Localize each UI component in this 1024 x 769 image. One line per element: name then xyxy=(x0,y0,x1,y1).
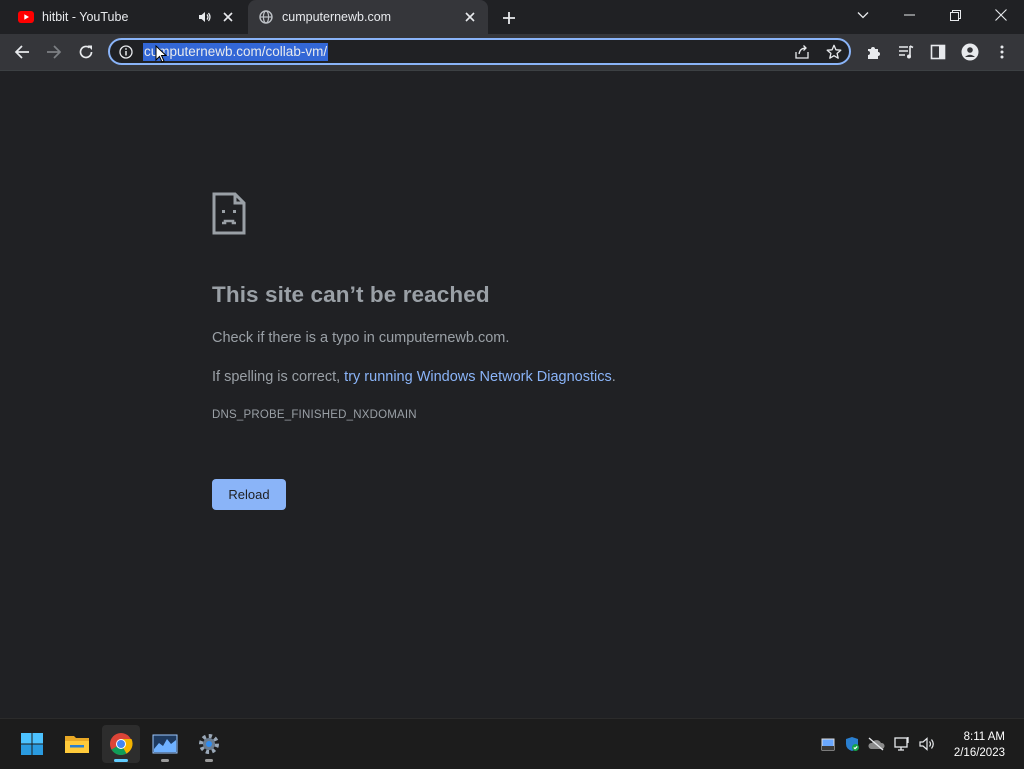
error-code: DNS_PROBE_FINISHED_NXDOMAIN xyxy=(212,409,417,421)
task-manager-icon xyxy=(152,734,178,754)
onedrive-offline-icon[interactable] xyxy=(867,735,885,753)
minimize-button[interactable] xyxy=(886,0,932,30)
profile-button[interactable] xyxy=(955,37,985,67)
close-icon[interactable] xyxy=(462,9,478,25)
settings-button[interactable] xyxy=(190,725,228,763)
windows-start-button[interactable] xyxy=(13,725,51,763)
back-button[interactable] xyxy=(7,37,37,67)
volume-icon[interactable] xyxy=(919,735,937,753)
youtube-icon xyxy=(18,9,34,25)
tab-title: hitbit - YouTube xyxy=(42,10,129,24)
menu-button[interactable] xyxy=(987,37,1017,67)
forward-button[interactable] xyxy=(39,37,69,67)
music-queue-icon xyxy=(899,45,914,59)
tab-youtube[interactable]: hitbit - YouTube xyxy=(8,0,246,34)
url-text[interactable]: cumputernewb.com/collab-vm/ xyxy=(143,43,329,61)
plus-icon xyxy=(503,12,515,24)
minimize-icon xyxy=(903,14,915,16)
clock-date: 2/16/2023 xyxy=(953,747,1005,759)
new-tab-button[interactable] xyxy=(498,7,520,29)
puzzle-icon xyxy=(868,47,880,59)
reload-button[interactable]: Reload xyxy=(212,479,286,510)
file-explorer-button[interactable] xyxy=(58,725,96,763)
system-clock[interactable]: 8:11 AM 2/16/2023 xyxy=(954,729,1005,761)
chevron-down-icon xyxy=(857,12,869,19)
restore-icon xyxy=(949,9,961,21)
arrow-left-icon xyxy=(14,45,29,59)
file-explorer-icon xyxy=(65,736,89,753)
page-title: This site can’t be reached xyxy=(212,282,490,307)
diagnostics-suffix: . xyxy=(611,369,616,385)
address-bar[interactable]: cumputernewb.com/collab-vm/ xyxy=(108,38,851,65)
kebab-menu-icon xyxy=(1000,45,1004,59)
globe-icon xyxy=(258,9,274,25)
close-icon[interactable] xyxy=(220,9,236,25)
side-panel-icon xyxy=(930,44,946,60)
sad-document-icon xyxy=(212,192,246,235)
network-icon[interactable] xyxy=(894,735,912,753)
close-window-button[interactable] xyxy=(978,0,1024,30)
diagnostics-hint: If spelling is correct, try running Wind… xyxy=(212,369,616,385)
tab-cumputernewb[interactable]: cumputernewb.com xyxy=(248,0,488,34)
tab-strip: hitbit - YouTube cumputernewb.com xyxy=(0,0,1024,34)
running-indicator xyxy=(205,759,213,762)
windows-security-icon[interactable] xyxy=(843,735,861,753)
typo-hint-text: Check if there is a typo in cumputernewb… xyxy=(212,330,510,346)
star-icon[interactable] xyxy=(825,43,843,61)
arrow-right-icon xyxy=(47,45,62,59)
error-page: This site can’t be reached Check if ther… xyxy=(0,71,1024,718)
tab-search-button[interactable] xyxy=(840,0,886,30)
running-indicator xyxy=(114,759,128,762)
avatar-icon xyxy=(961,43,979,61)
refresh-icon xyxy=(79,45,93,59)
clock-time: 8:11 AM xyxy=(963,731,1005,743)
windows-start-icon xyxy=(21,733,43,755)
running-indicator xyxy=(161,759,169,762)
mouse-cursor-icon xyxy=(155,45,167,63)
chrome-icon xyxy=(110,733,133,755)
taskbar: 8:11 AM 2/16/2023 xyxy=(0,718,1024,769)
info-icon[interactable] xyxy=(118,44,134,60)
display-icon[interactable] xyxy=(819,735,837,753)
side-panel-button[interactable] xyxy=(923,37,953,67)
media-control-button[interactable] xyxy=(891,37,921,67)
settings-icon xyxy=(199,734,219,754)
share-icon[interactable] xyxy=(793,43,811,61)
tab-title: cumputernewb.com xyxy=(282,10,392,24)
chrome-taskbar-button[interactable] xyxy=(102,725,140,763)
browser-toolbar: cumputernewb.com/collab-vm/ xyxy=(0,34,1024,71)
speaker-icon[interactable] xyxy=(198,9,214,25)
restore-button[interactable] xyxy=(932,0,978,30)
diagnostics-prefix: If spelling is correct, xyxy=(212,369,345,385)
close-icon xyxy=(995,9,1007,21)
task-manager-button[interactable] xyxy=(146,725,184,763)
reload-toolbar-button[interactable] xyxy=(71,37,101,67)
extensions-button[interactable] xyxy=(859,37,889,67)
network-diagnostics-link[interactable]: try running Windows Network Diagnostics xyxy=(344,369,612,385)
